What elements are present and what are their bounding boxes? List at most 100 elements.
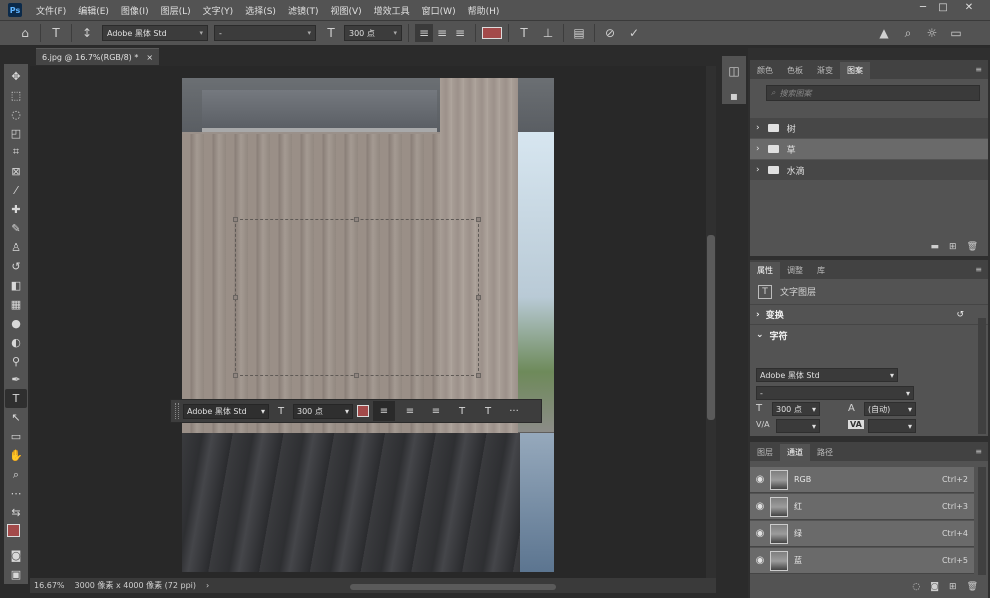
hand-tool-icon[interactable]: ✋ (5, 446, 27, 465)
pattern-group-row[interactable]: › 水滴 (750, 160, 988, 180)
move-tool-icon[interactable]: ✥ (5, 67, 27, 86)
minimize-button[interactable]: ─ (914, 2, 932, 18)
tab-channels[interactable]: 通道 (780, 444, 810, 461)
horizontal-scroll-thumb[interactable] (350, 584, 556, 590)
color-swatches[interactable] (5, 522, 27, 546)
transform-handle[interactable] (476, 217, 481, 222)
history-brush-tool-icon[interactable]: ↺ (5, 257, 27, 276)
comments-panel-icon[interactable]: ▪ (725, 87, 743, 104)
transform-handle[interactable] (476, 295, 481, 300)
commit-edits-icon[interactable]: ✓ (625, 24, 643, 42)
discover-icon[interactable]: ☼ (923, 24, 941, 42)
cancel-edits-icon[interactable]: ⊘ (601, 24, 619, 42)
zoom-tool-icon[interactable]: ⌕ (5, 465, 27, 484)
reset-icon[interactable]: ↺ (956, 310, 964, 320)
restore-button[interactable]: □ (934, 2, 952, 18)
tab-layers[interactable]: 图层 (750, 444, 780, 461)
menu-help[interactable]: 帮助(H) (462, 4, 506, 17)
menu-plugins[interactable]: 增效工具 (368, 4, 416, 17)
menu-view[interactable]: 视图(V) (324, 4, 367, 17)
chevron-right-icon[interactable]: › (756, 123, 760, 133)
type-tool-icon[interactable]: T (5, 389, 27, 409)
type-tool-preset-icon[interactable]: T (47, 24, 65, 42)
pattern-group-row[interactable]: › 草 (750, 139, 988, 159)
chevron-right-icon[interactable]: › (756, 310, 760, 320)
pen-tool-icon[interactable]: ✒ (5, 371, 27, 390)
text-bounding-box[interactable] (233, 217, 481, 378)
gradient-tool-icon[interactable]: ▦ (5, 295, 27, 314)
dodge-tool-icon[interactable]: ◐ (5, 333, 27, 352)
path-select-tool-icon[interactable]: ↖ (5, 408, 27, 427)
ctx-more-options-button[interactable]: ··· (503, 401, 525, 421)
eye-icon[interactable]: ◉ (750, 501, 770, 512)
zoom-lens-tool-icon[interactable]: ⚲ (5, 352, 27, 371)
channels-scrollbar[interactable] (978, 467, 986, 575)
foreground-color[interactable] (7, 524, 20, 538)
transform-handle[interactable] (476, 373, 481, 378)
tab-swatches[interactable]: 色板 (780, 62, 810, 79)
new-group-icon[interactable]: ▬ (931, 242, 940, 252)
panel-menu-icon[interactable]: ≡ (975, 447, 982, 456)
tab-color[interactable]: 颜色 (750, 62, 780, 79)
menu-filter[interactable]: 滤镜(T) (282, 4, 325, 17)
panel-menu-icon[interactable]: ≡ (975, 265, 982, 274)
drag-handle[interactable] (175, 403, 179, 419)
menu-window[interactable]: 窗口(W) (416, 4, 462, 17)
canvas-area[interactable] (30, 66, 716, 578)
workspace-icon[interactable]: ▭ (947, 24, 965, 42)
search-icon[interactable]: ⌕ (899, 24, 917, 42)
tab-gradients[interactable]: 渐变 (810, 62, 840, 79)
prop-font-size-select[interactable]: 300 点 ▾ (772, 402, 820, 416)
more-tools-icon[interactable]: ⋯ (5, 484, 27, 503)
healing-brush-tool-icon[interactable]: ✚ (5, 200, 27, 219)
load-selection-icon[interactable]: ◌ (912, 582, 920, 592)
new-pattern-icon[interactable]: ⊞ (949, 242, 957, 252)
transform-section[interactable]: › 变换 ↺ (750, 305, 988, 325)
warp-text-icon[interactable]: T (515, 24, 533, 42)
prop-font-family-select[interactable]: Adobe 黑体 Std ▾ (756, 368, 898, 382)
type-to-path-icon[interactable]: ⊥ (539, 24, 557, 42)
tab-adjustments[interactable]: 调整 (780, 262, 810, 279)
pattern-group-row[interactable]: › 树 (750, 118, 988, 138)
status-menu-arrow[interactable]: › (206, 581, 209, 590)
ctx-warp-text-icon[interactable]: T (451, 401, 473, 421)
menu-edit[interactable]: 编辑(E) (72, 4, 115, 17)
ctx-character-options-icon[interactable]: T (477, 401, 499, 421)
tab-paths[interactable]: 路径 (810, 444, 840, 461)
character-panel-icon[interactable]: ▤ (570, 24, 588, 42)
transform-handle[interactable] (233, 295, 238, 300)
eye-icon[interactable]: ◉ (750, 555, 770, 566)
blur-tool-icon[interactable]: ● (5, 314, 27, 333)
kerning-select[interactable]: ▾ (776, 419, 820, 433)
chevron-right-icon[interactable]: › (756, 165, 760, 175)
tracking-select[interactable]: ▾ (868, 419, 916, 433)
text-color-swatch[interactable] (482, 27, 502, 39)
channel-row[interactable]: ◉ 绿 Ctrl+4 (750, 521, 974, 547)
history-panel-icon[interactable]: ◫ (725, 62, 743, 79)
ctx-font-size-select[interactable]: 300 点 ▾ (293, 403, 353, 419)
font-style-select[interactable]: - ▾ (214, 25, 316, 41)
font-size-select[interactable]: 300 点 ▾ (344, 25, 402, 41)
new-channel-icon[interactable]: ⊞ (949, 582, 957, 592)
ctx-align-center-icon[interactable]: ≡ (399, 401, 421, 421)
marquee-tool-icon[interactable]: ⬚ (5, 86, 27, 105)
brush-tool-icon[interactable]: ✎ (5, 219, 27, 238)
close-document-icon[interactable]: × (146, 53, 153, 62)
channel-row[interactable]: ◉ 蓝 Ctrl+5 (750, 548, 974, 574)
screen-mode-icon[interactable]: ▣ (5, 565, 27, 584)
menu-file[interactable]: 文件(F) (30, 4, 72, 17)
transform-handle[interactable] (354, 217, 359, 222)
panel-menu-icon[interactable]: ≡ (975, 65, 982, 74)
trash-icon[interactable]: 🗑 (967, 242, 978, 252)
zoom-level[interactable]: 16.67% (34, 581, 65, 590)
eraser-tool-icon[interactable]: ◧ (5, 276, 27, 295)
tab-libraries[interactable]: 库 (810, 262, 832, 279)
close-window-button[interactable]: ✕ (960, 2, 978, 18)
object-select-tool-icon[interactable]: ◰ (5, 124, 27, 143)
leading-select[interactable]: (自动) ▾ (864, 402, 916, 416)
menu-type[interactable]: 文字(Y) (197, 4, 240, 17)
trash-icon[interactable]: 🗑 (967, 582, 978, 592)
font-family-select[interactable]: Adobe 黑体 Std ▾ (102, 25, 208, 41)
eye-icon[interactable]: ◉ (750, 474, 770, 485)
align-left-icon[interactable]: ≡ (415, 24, 433, 42)
